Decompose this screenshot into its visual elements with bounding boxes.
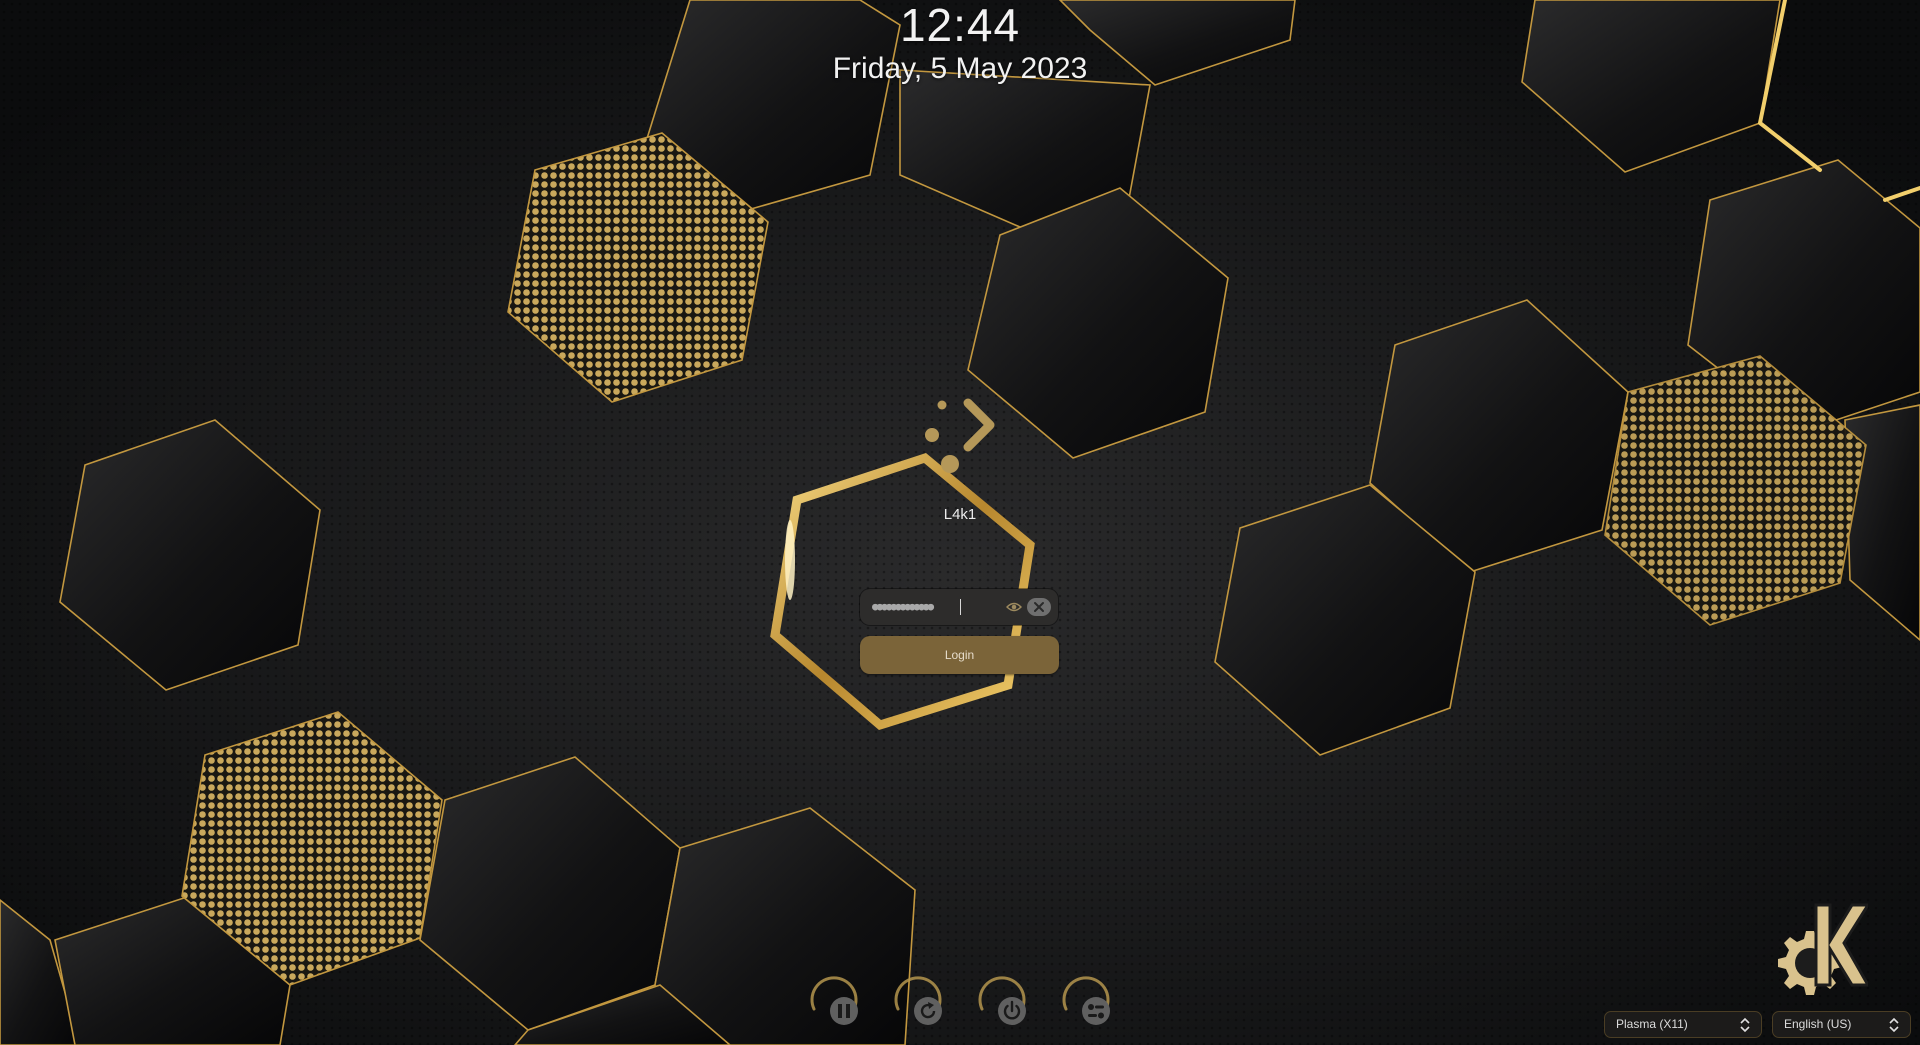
suspend-button[interactable] xyxy=(808,975,860,1027)
updown-chevron-icon xyxy=(1889,1017,1899,1033)
password-value: ●●●●●●●●●●●●● xyxy=(872,600,934,613)
shutdown-button[interactable] xyxy=(976,975,1028,1027)
keyboard-layout-value: English (US) xyxy=(1784,1017,1852,1031)
keyboard-layout-select[interactable]: English (US) xyxy=(1772,1011,1911,1038)
user-name: L4k1 xyxy=(943,506,977,523)
login-button[interactable]: Login xyxy=(860,636,1059,674)
restart-button[interactable] xyxy=(892,975,944,1027)
plasma-logo-icon xyxy=(925,398,995,473)
clear-icon[interactable] xyxy=(1027,598,1051,616)
switch-user-button[interactable] xyxy=(1060,975,1112,1027)
kde-logo-icon xyxy=(1778,903,1868,995)
session-select[interactable]: Plasma (X11) xyxy=(1604,1011,1762,1038)
text-caret xyxy=(960,599,961,615)
updown-chevron-icon xyxy=(1740,1017,1750,1033)
clock-time: 12:44 xyxy=(899,0,1021,51)
clock-date: Friday, 5 May 2023 xyxy=(832,52,1088,85)
session-select-value: Plasma (X11) xyxy=(1616,1017,1688,1031)
password-field[interactable]: ●●●●●●●●●●●●● xyxy=(860,589,1058,625)
eye-icon[interactable] xyxy=(1006,599,1022,615)
